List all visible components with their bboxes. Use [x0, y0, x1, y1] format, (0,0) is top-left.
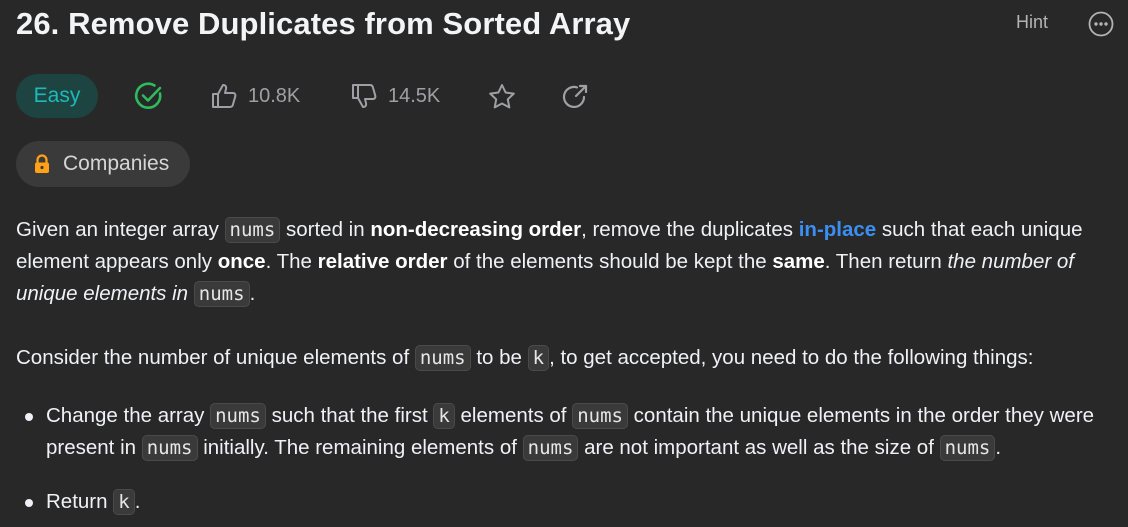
text-span: . The: [265, 250, 318, 273]
list-item: Return k.: [16, 486, 1116, 518]
requirements-list: Change the array nums such that the firs…: [16, 400, 1116, 518]
bold-text: relative order: [317, 250, 448, 273]
bold-text: non-decreasing order: [370, 218, 582, 241]
problem-description-panel: 26. Remove Duplicates from Sorted Array …: [0, 0, 1128, 527]
inline-code: k: [113, 489, 135, 515]
dislike-button[interactable]: 14.5K: [350, 82, 440, 110]
description-paragraph-2: Consider the number of unique elements o…: [16, 340, 1116, 376]
text-span: to be: [470, 346, 528, 369]
problem-title: 26. Remove Duplicates from Sorted Array: [16, 6, 631, 41]
inline-code: nums: [572, 403, 628, 429]
ellipsis-circle-icon[interactable]: [1088, 11, 1114, 37]
text-span: Consider the number of unique elements o…: [16, 346, 415, 369]
inline-code: nums: [224, 217, 281, 243]
inline-code: k: [527, 345, 550, 371]
text-span: elements of: [454, 404, 573, 427]
text-span: . Then return: [824, 250, 948, 273]
companies-label: Companies: [63, 152, 170, 175]
text-span: , to get accepted, you need to do the fo…: [549, 346, 1034, 369]
text-span: such that the first: [265, 404, 434, 427]
list-item: Change the array nums such that the firs…: [16, 400, 1116, 464]
inline-code: nums: [210, 403, 266, 429]
difficulty-badge: Easy: [16, 74, 98, 118]
inline-code: nums: [939, 435, 996, 461]
inline-code: nums: [414, 345, 471, 371]
share-icon[interactable]: [561, 83, 589, 111]
bold-text: once: [217, 250, 266, 273]
text-span: initially. The remaining elements of: [197, 436, 523, 459]
likes-count: 10.8K: [248, 84, 301, 107]
thumbs-up-icon: [212, 84, 237, 108]
text-span: are not important as well as the size of: [578, 436, 940, 459]
inline-code: nums: [522, 435, 579, 461]
text-span: sorted in: [280, 218, 371, 241]
check-circle-icon: [134, 82, 162, 109]
text-span: .: [249, 282, 256, 305]
star-icon[interactable]: [487, 82, 517, 112]
inline-code: nums: [193, 281, 250, 307]
lock-icon: [35, 154, 49, 173]
hint-button[interactable]: Hint: [1016, 12, 1048, 33]
companies-button[interactable]: Companies: [16, 141, 190, 187]
like-button[interactable]: 10.8K: [210, 82, 300, 110]
text-span: of the elements should be kept the: [447, 250, 773, 273]
inline-code: k: [433, 403, 455, 429]
problem-meta-row: Easy 10.8K 14.5K: [16, 74, 636, 118]
inline-code: nums: [141, 435, 198, 461]
text-span: , remove the duplicates: [581, 218, 799, 241]
text-span: Given an integer array: [16, 218, 225, 241]
text-span: .: [995, 436, 1002, 459]
text-span: Return: [46, 490, 114, 513]
dislikes-count: 14.5K: [388, 84, 441, 107]
text-span: .: [134, 490, 141, 513]
bold-text: same: [772, 250, 825, 273]
in-place-link[interactable]: in-place: [799, 218, 876, 241]
text-span: Change the array: [46, 404, 211, 427]
description-paragraph-1: Given an integer array nums sorted in no…: [16, 214, 1116, 310]
thumbs-down-icon: [352, 84, 377, 108]
